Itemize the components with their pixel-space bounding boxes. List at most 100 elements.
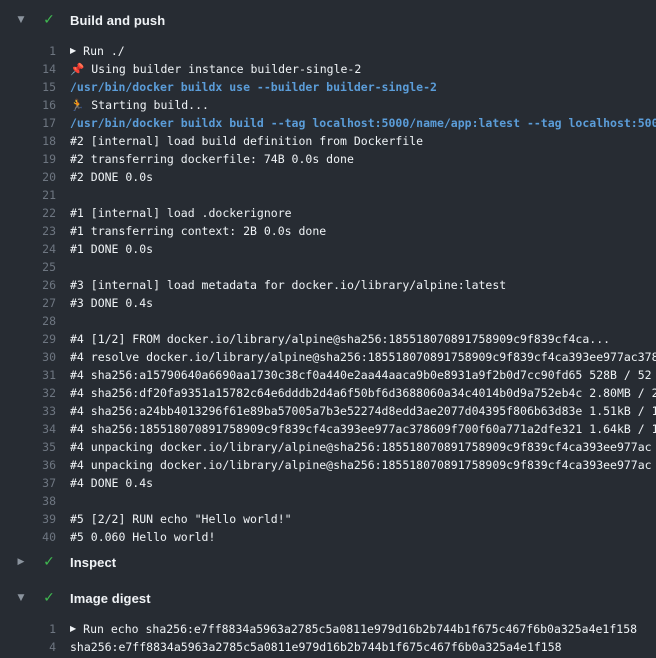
log-line: 28	[0, 312, 656, 330]
log-line: 38	[0, 492, 656, 510]
log-line: 34 #4 sha256:185518070891758909c9f839cf4c…	[0, 420, 656, 438]
line-number[interactable]: 16	[0, 96, 56, 114]
log-line: 36 #4 unpacking docker.io/library/alpine@…	[0, 456, 656, 474]
line-number[interactable]: 19	[0, 150, 56, 168]
line-number[interactable]: 32	[0, 384, 56, 402]
line-number[interactable]: 37	[0, 474, 56, 492]
line-number[interactable]: 20	[0, 168, 56, 186]
line-number[interactable]: 26	[0, 276, 56, 294]
check-icon: ✓	[41, 550, 57, 574]
log-line: 27 #3 DONE 0.4s	[0, 294, 656, 312]
section-title: Inspect	[70, 555, 116, 570]
chevron-down-icon[interactable]: ▼	[16, 586, 26, 610]
log-text: #2 [internal] load build definition from…	[70, 132, 423, 150]
log-text: #2 transferring dockerfile: 74B 0.0s don…	[70, 150, 354, 168]
section-body-build-and-push: 1 ▶ Run ./ 14 📌 Using builder instance build…	[0, 42, 656, 546]
log-text: #1 [internal] load .dockerignore	[70, 204, 292, 222]
command-text: /usr/bin/docker buildx use --builder bui…	[70, 78, 437, 96]
log-text: #4 sha256:a15790640a6690aa1730c38cf0a440…	[70, 366, 652, 384]
log-line: 39 #5 [2/2] RUN echo "Hello world!"	[0, 510, 656, 528]
log-line: 31 #4 sha256:a15790640a6690aa1730c38cf0a4…	[0, 366, 656, 384]
log-line: 1 ▶ Run ./	[0, 42, 656, 60]
line-number[interactable]: 14	[0, 60, 56, 78]
line-number[interactable]: 30	[0, 348, 56, 366]
line-number[interactable]: 33	[0, 402, 56, 420]
log-text: #3 DONE 0.4s	[70, 294, 153, 312]
log-text: #4 unpacking docker.io/library/alpine@sh…	[70, 456, 652, 474]
line-number[interactable]: 17	[0, 114, 56, 132]
command-text: /usr/bin/docker buildx build --tag local…	[70, 114, 656, 132]
log-text: Run ./	[83, 42, 125, 60]
log-text: #4 DONE 0.4s	[70, 474, 153, 492]
line-number[interactable]: 22	[0, 204, 56, 222]
section-header-inspect[interactable]: ▶ ✓ Inspect	[0, 550, 656, 574]
log-line: 23 #1 transferring context: 2B 0.0s done	[0, 222, 656, 240]
log-line: 32 #4 sha256:df20fa9351a15782c64e6dddb2d4…	[0, 384, 656, 402]
log-line: 22 #1 [internal] load .dockerignore	[0, 204, 656, 222]
line-number[interactable]: 25	[0, 258, 56, 276]
log-line: 24 #1 DONE 0.0s	[0, 240, 656, 258]
section-body-image-digest: 1 ▶ Run echo sha256:e7ff8834a5963a2785c5a0…	[0, 620, 656, 656]
log-text: #5 0.060 Hello world!	[70, 528, 215, 546]
line-number[interactable]: 36	[0, 456, 56, 474]
log-line: 4 sha256:e7ff8834a5963a2785c5a0811e979d16…	[0, 638, 656, 656]
log-text: Run echo sha256:e7ff8834a5963a2785c5a081…	[83, 620, 637, 638]
line-number[interactable]: 23	[0, 222, 56, 240]
log-line: 30 #4 resolve docker.io/library/alpine@sh…	[0, 348, 656, 366]
line-number[interactable]: 4	[0, 638, 56, 656]
group-expand-icon[interactable]: ▶	[70, 620, 76, 638]
section-title: Image digest	[70, 591, 151, 606]
log-text: #4 [1/2] FROM docker.io/library/alpine@s…	[70, 330, 610, 348]
log-line: 35 #4 unpacking docker.io/library/alpine@…	[0, 438, 656, 456]
log-line: 21	[0, 186, 656, 204]
log-text: #4 unpacking docker.io/library/alpine@sh…	[70, 438, 652, 456]
line-number[interactable]: 29	[0, 330, 56, 348]
workflow-log-viewer: ▼✓Build and push1▶Run ./14📌 Using builde…	[0, 0, 656, 658]
log-line: 37 #4 DONE 0.4s	[0, 474, 656, 492]
log-text: #1 DONE 0.0s	[70, 240, 153, 258]
line-number[interactable]: 40	[0, 528, 56, 546]
log-text: #3 [internal] load metadata for docker.i…	[70, 276, 506, 294]
chevron-right-icon[interactable]: ▶	[16, 550, 26, 574]
log-line: 15/usr/bin/docker buildx use --builder b…	[0, 78, 656, 96]
section-header-build-and-push[interactable]: ▼✓Build and push	[0, 8, 656, 32]
log-line: 40 #5 0.060 Hello world!	[0, 528, 656, 546]
line-number[interactable]: 31	[0, 366, 56, 384]
log-text: sha256:e7ff8834a5963a2785c5a0811e979d16b…	[70, 638, 562, 656]
log-text: #4 sha256:185518070891758909c9f839cf4ca3…	[70, 420, 656, 438]
line-number[interactable]: 39	[0, 510, 56, 528]
log-line: 25	[0, 258, 656, 276]
log-line: 17/usr/bin/docker buildx build --tag loc…	[0, 114, 656, 132]
log-line: 1 ▶ Run echo sha256:e7ff8834a5963a2785c5a0…	[0, 620, 656, 638]
log-text: #2 DONE 0.0s	[70, 168, 153, 186]
chevron-down-icon[interactable]: ▼	[16, 8, 26, 32]
log-line: 19 #2 transferring dockerfile: 74B 0.0s d…	[0, 150, 656, 168]
line-number[interactable]: 24	[0, 240, 56, 258]
line-number[interactable]: 34	[0, 420, 56, 438]
log-text: #4 resolve docker.io/library/alpine@sha2…	[70, 348, 656, 366]
log-line: 16 🏃 Starting build...	[0, 96, 656, 114]
line-number[interactable]: 18	[0, 132, 56, 150]
log-line: 14 📌 Using builder instance builder-singl…	[0, 60, 656, 78]
line-number[interactable]: 21	[0, 186, 56, 204]
log-text: 📌 Using builder instance builder-single-…	[70, 60, 361, 78]
section-title: Build and push	[70, 13, 165, 28]
line-number[interactable]: 35	[0, 438, 56, 456]
log-text: #1 transferring context: 2B 0.0s done	[70, 222, 326, 240]
log-text: #5 [2/2] RUN echo "Hello world!"	[70, 510, 292, 528]
line-number[interactable]: 1	[0, 620, 56, 638]
line-number[interactable]: 28	[0, 312, 56, 330]
log-line: 20 #2 DONE 0.0s	[0, 168, 656, 186]
log-line: 33 #4 sha256:a24bb4013296f61e89ba57005a7b…	[0, 402, 656, 420]
log-text: 🏃 Starting build...	[70, 96, 209, 114]
group-expand-icon[interactable]: ▶	[70, 42, 76, 60]
line-number[interactable]: 1	[0, 42, 56, 60]
line-number[interactable]: 27	[0, 294, 56, 312]
line-number[interactable]: 38	[0, 492, 56, 510]
log-text: #4 sha256:a24bb4013296f61e89ba57005a7b3e…	[70, 402, 656, 420]
line-number[interactable]: 15	[0, 78, 56, 96]
log-text: #4 sha256:df20fa9351a15782c64e6dddb2d4a6…	[70, 384, 656, 402]
section-header-image-digest[interactable]: ▼ ✓ Image digest	[0, 586, 656, 610]
check-icon: ✓	[41, 586, 57, 610]
log-line: 26 #3 [internal] load metadata for docker…	[0, 276, 656, 294]
